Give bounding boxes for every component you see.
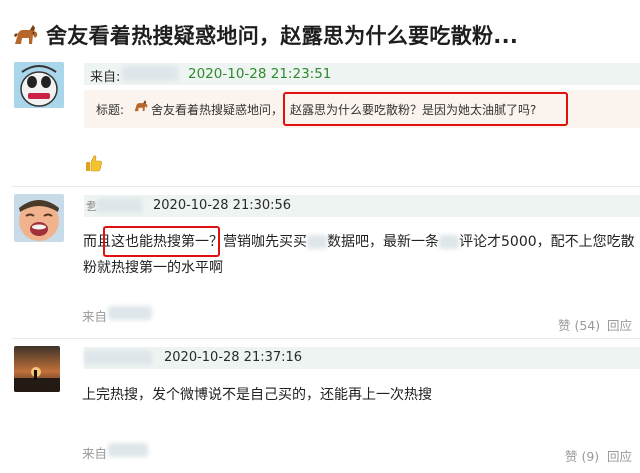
quote-label: 标题: xyxy=(96,103,125,117)
horse-emoji-icon xyxy=(134,100,148,112)
comment-timestamp: 2020-10-28 21:37:16 xyxy=(164,350,303,365)
divider xyxy=(12,186,640,187)
like-button[interactable]: 赞 (54) xyxy=(558,315,600,334)
cartoon-avatar-icon xyxy=(14,62,64,108)
reply-button[interactable]: 回应 xyxy=(607,446,632,465)
like-button[interactable]: 赞 (9) xyxy=(565,446,599,465)
redacted-text xyxy=(439,235,459,249)
avatar[interactable] xyxy=(14,194,64,242)
comment-text-part: 营销咖先买买 xyxy=(223,234,307,250)
comment-text-part: 数据吧，最新一条 xyxy=(327,234,439,250)
source-redacted[interactable] xyxy=(108,443,148,457)
sunset-avatar-icon xyxy=(14,346,60,392)
crying-baby-avatar-icon xyxy=(14,194,64,242)
reply-timestamp: 2020-10-28 21:23:51 xyxy=(188,66,332,82)
post-title-row: 舍友看着热搜疑惑地问，赵露思为什么要吃散粉... xyxy=(12,20,518,50)
from-label: 来自 xyxy=(82,309,108,324)
page-title: 舍友看着热搜疑惑地问，赵露思为什么要吃散粉... xyxy=(46,24,519,48)
avatar[interactable] xyxy=(14,62,64,108)
comment-timestamp: 2020-10-28 21:30:56 xyxy=(153,198,292,213)
username-redacted[interactable] xyxy=(84,350,152,365)
quote-text-highlight[interactable]: 赵露思为什么要吃散粉？是因为她太油腻了吗? xyxy=(290,101,536,118)
comment-body: 上完热搜，发个微博说不是自己买的，还能再上一次热搜 xyxy=(82,387,432,403)
source-redacted[interactable] xyxy=(108,306,152,320)
username-redacted[interactable] xyxy=(96,198,142,213)
from-label: 来自: xyxy=(90,70,121,85)
redacted-text xyxy=(307,235,327,249)
thumbs-up-emoji-icon xyxy=(86,155,102,172)
horse-emoji-icon xyxy=(14,25,38,44)
from-label: 来自 xyxy=(82,446,108,461)
quote-text-prefix[interactable]: 舍友看着热搜疑惑地问， xyxy=(151,101,283,118)
comment-text-part: 评论才5000，配不上您吃散 xyxy=(459,234,635,250)
avatar[interactable] xyxy=(14,346,60,392)
username-redacted[interactable] xyxy=(122,66,178,81)
comment-text-line2: 粉就热搜第一的水平啊 xyxy=(83,260,223,276)
reply-button[interactable]: 回应 xyxy=(607,315,632,334)
highlight-box xyxy=(103,226,220,257)
divider xyxy=(12,338,640,339)
